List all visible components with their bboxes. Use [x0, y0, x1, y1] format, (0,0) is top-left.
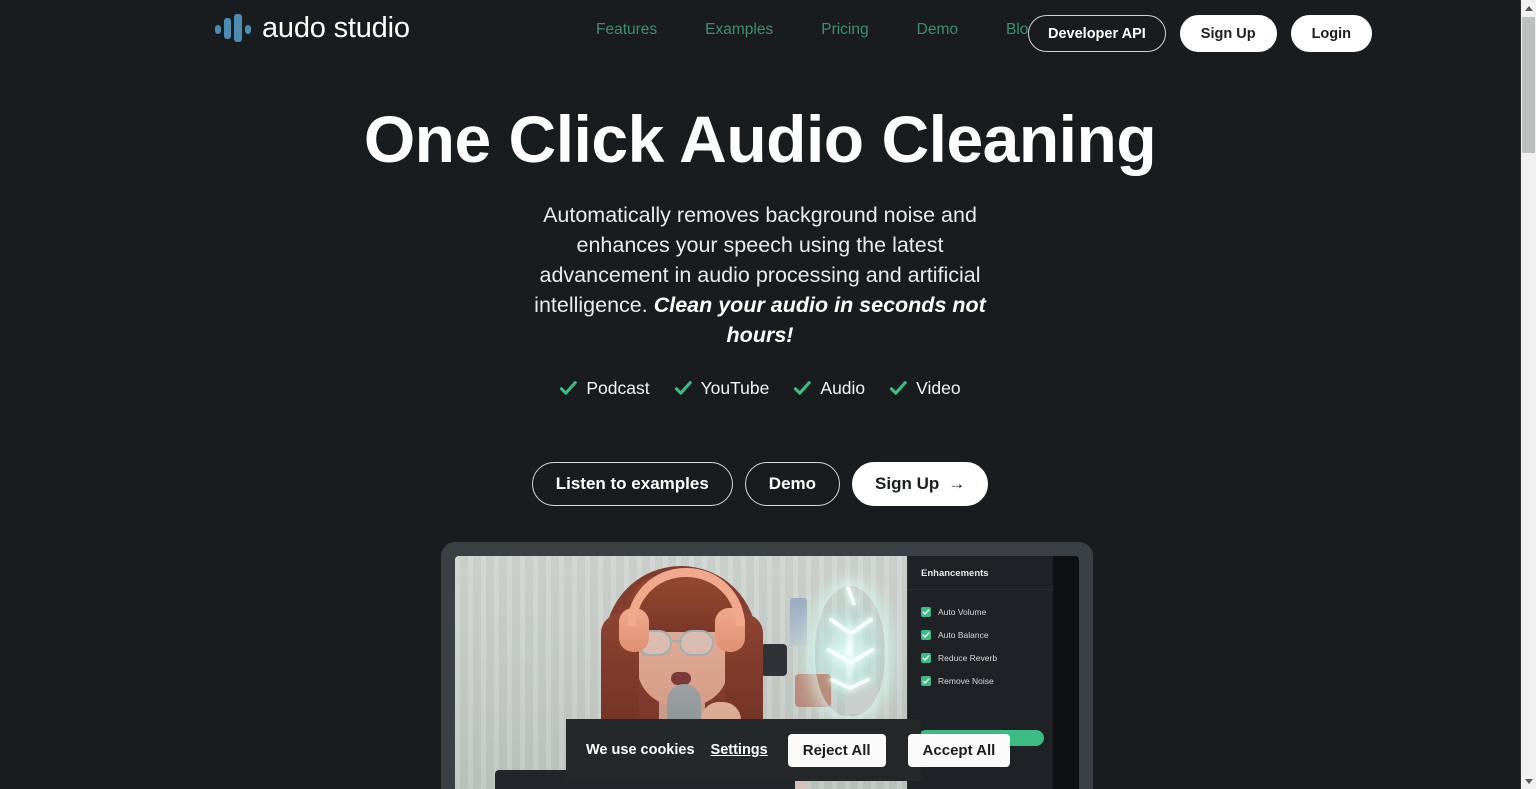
login-button[interactable]: Login [1290, 15, 1373, 52]
feature-label: Podcast [586, 377, 650, 398]
person-mouth [671, 672, 691, 685]
feature-label: Video [916, 377, 961, 398]
listen-to-examples-button[interactable]: Listen to examples [531, 461, 733, 506]
checkbox-checked-icon[interactable] [921, 606, 931, 617]
hero-subtitle-accent: Clean your audio in seconds not hours! [653, 292, 986, 347]
checkbox-checked-icon[interactable] [921, 675, 931, 686]
scroll-up-arrow-icon [1524, 5, 1533, 11]
cookie-consent-banner: We use cookies Settings Reject All Accep… [566, 719, 1011, 781]
checkbox-checked-icon[interactable] [921, 629, 931, 640]
feature-label: Audio [820, 377, 866, 398]
feature-item-youtube: YouTube [674, 377, 770, 399]
feature-label: YouTube [700, 377, 770, 398]
feature-item-video: Video [889, 377, 961, 399]
enhancement-auto-balance[interactable]: Auto Balance [921, 623, 1053, 646]
feature-item-podcast: Podcast [559, 377, 650, 399]
page-title: One Click Audio Cleaning [363, 102, 1157, 176]
enhancement-label: Remove Noise [938, 675, 994, 686]
site-header: audo studio Features Examples Pricing De… [0, 0, 1520, 66]
enhancement-auto-volume[interactable]: Auto Volume [921, 600, 1053, 623]
cookie-banner-text: We use cookies [586, 742, 695, 758]
scroll-down-arrow-icon [1524, 778, 1533, 784]
page-scrollbar[interactable] [1520, 0, 1536, 789]
demo-button[interactable]: Demo [744, 461, 841, 506]
enhancement-label: Reduce Reverb [938, 652, 998, 663]
check-icon [889, 379, 908, 398]
nav-link-demo[interactable]: Demo [893, 21, 982, 39]
reject-all-button[interactable]: Reject All [787, 733, 886, 767]
sign-up-button[interactable]: Sign Up [1179, 15, 1277, 52]
enhancement-remove-noise[interactable]: Remove Noise [921, 669, 1053, 692]
accept-all-button[interactable]: Accept All [907, 733, 1011, 767]
browser-viewport: audo studio Features Examples Pricing De… [0, 0, 1520, 789]
hero-section: One Click Audio Cleaning Automatically r… [0, 66, 1520, 506]
check-icon [674, 379, 693, 398]
neon-leaf-sign-icon [815, 585, 885, 716]
enhancement-reduce-reverb[interactable]: Reduce Reverb [921, 646, 1053, 669]
check-icon [559, 379, 578, 398]
developer-api-button[interactable]: Developer API [1028, 15, 1166, 52]
hero-sign-up-button[interactable]: Sign Up → [852, 461, 989, 506]
feature-checklist: Podcast YouTube Audio Video [0, 378, 1520, 399]
cookie-settings-link[interactable]: Settings [711, 742, 768, 758]
nav-link-pricing[interactable]: Pricing [797, 21, 892, 39]
scroll-down-button[interactable] [1521, 773, 1536, 789]
glasses-right-lens [679, 630, 714, 656]
brand-logo[interactable]: audo studio [215, 13, 410, 43]
nav-link-examples[interactable]: Examples [681, 21, 797, 39]
scrollbar-thumb[interactable] [1522, 17, 1535, 153]
enhancements-panel-title: Enhancements [908, 556, 1053, 590]
enhancement-label: Auto Volume [938, 606, 987, 617]
feature-item-audio: Audio [793, 378, 865, 399]
brand-name: audo studio [262, 11, 410, 44]
hero-subtitle: Automatically removes background noise a… [520, 200, 1000, 350]
check-icon [793, 379, 812, 398]
main-nav: Features Examples Pricing Demo Blog [596, 21, 1061, 39]
scroll-up-button[interactable] [1521, 0, 1536, 16]
hero-sign-up-label: Sign Up [875, 473, 940, 493]
glasses-bridge [672, 640, 682, 642]
header-actions: Developer API Sign Up Login [1028, 15, 1373, 52]
audio-waveform-icon [215, 13, 251, 43]
checkbox-checked-icon[interactable] [921, 652, 931, 663]
enhancement-label: Auto Balance [938, 629, 989, 640]
hero-cta-row: Listen to examples Demo Sign Up → [0, 461, 1520, 506]
nav-link-features[interactable]: Features [596, 21, 681, 39]
enhancements-list: Auto Volume Auto Balance Reduce Reverb R… [908, 590, 1053, 692]
arrow-right-icon: → [948, 474, 966, 494]
page-root: audo studio Features Examples Pricing De… [0, 0, 1536, 789]
